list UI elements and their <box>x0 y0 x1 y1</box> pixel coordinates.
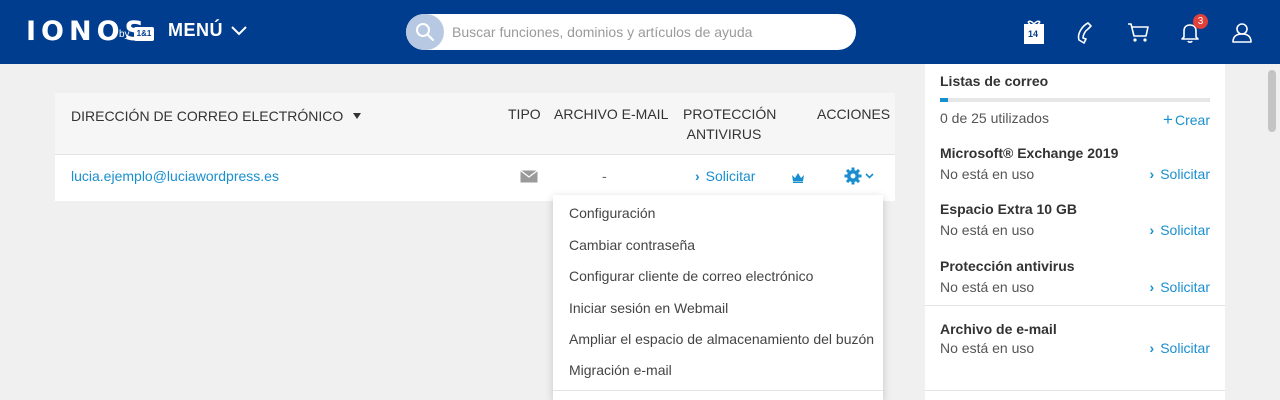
menu-item-ampliar-espacio[interactable]: Ampliar el espacio de almacenamiento del… <box>569 331 874 347</box>
chevron-down-icon <box>865 173 874 179</box>
archive-value: - <box>602 168 607 184</box>
phone-button[interactable] <box>1072 18 1100 46</box>
logo-by-text: by <box>119 29 130 40</box>
email-archive-status: No está en uso <box>940 340 1035 356</box>
email-address-link[interactable]: lucia.ejemplo@luciawordpress.es <box>71 168 279 184</box>
chevron-right-icon: › <box>1149 279 1155 295</box>
antivirus-status: No está en uso <box>940 279 1035 295</box>
search-icon <box>416 23 435 42</box>
actions-menu-button[interactable] <box>844 167 874 185</box>
menu-item-webmail[interactable]: Iniciar sesión en Webmail <box>569 300 728 316</box>
chevron-down-icon <box>231 25 247 35</box>
account-button[interactable] <box>1228 18 1256 46</box>
extra-space-solicitar-link[interactable]: › Solicitar <box>1150 222 1210 238</box>
top-navigation-bar: IONOS by 1&1 MENÚ 14 <box>0 0 1280 64</box>
menu-item-configuracion[interactable]: Configuración <box>569 205 655 221</box>
antivirus-solicitar-link[interactable]: › Solicitar <box>1150 279 1210 295</box>
mailing-lists-progress <box>940 98 1210 102</box>
gift-day-number: 14 <box>1027 29 1038 39</box>
phone-icon <box>1077 22 1092 44</box>
email-accounts-table: DIRECCIÓN DE CORREO ELECTRÓNICO TIPO ARC… <box>55 93 895 201</box>
menu-button[interactable]: MENÚ <box>168 20 247 41</box>
extra-space-status: No está en uso <box>940 222 1035 238</box>
chevron-right-icon: › <box>1149 340 1155 356</box>
actions-dropdown-menu: Configuración Cambiar contraseña Configu… <box>553 195 883 400</box>
search-button[interactable] <box>406 14 444 50</box>
cart-button[interactable] <box>1124 18 1152 46</box>
products-side-panel: Listas de correo 0 de 25 utilizados + Cre… <box>925 64 1225 400</box>
menu-label: MENÚ <box>168 20 223 40</box>
scrollbar-thumb[interactable] <box>1268 70 1276 132</box>
chevron-right-icon: › <box>695 168 700 184</box>
logo-1and1-badge: 1&1 <box>134 27 154 41</box>
panel-divider <box>925 305 1225 306</box>
column-tipo-header: TIPO <box>508 106 541 122</box>
solicitar-antivirus-link[interactable]: › Solicitar <box>695 168 755 184</box>
menu-item-configurar-cliente[interactable]: Configurar cliente de correo electrónico <box>569 268 813 284</box>
exchange-status: No está en uso <box>940 166 1035 182</box>
envelope-icon <box>520 170 538 183</box>
chevron-right-icon: › <box>1149 222 1155 238</box>
search-bar <box>406 14 856 50</box>
antivirus-title: Protección antivirus <box>940 258 1075 274</box>
menu-item-cambiar-contrasena[interactable]: Cambiar contraseña <box>569 237 695 253</box>
gift-button[interactable]: 14 <box>1020 18 1048 46</box>
email-archive-title: Archivo de e-mail <box>940 321 1057 337</box>
column-archivo-header: ARCHIVO E-MAIL <box>554 106 669 122</box>
search-input[interactable] <box>452 14 842 50</box>
plus-icon: + <box>1163 110 1173 129</box>
ionos-logo[interactable]: IONOS <box>26 15 149 49</box>
mailing-lists-title: Listas de correo <box>940 73 1049 89</box>
sort-arrow-icon <box>353 113 362 119</box>
column-proteccion-header: PROTECCIÓN ANTIVIRUS <box>683 106 777 142</box>
extra-space-title: Espacio Extra 10 GB <box>940 201 1077 217</box>
panel-divider <box>925 390 1225 391</box>
gear-icon <box>844 167 862 185</box>
mailing-lists-usage: 0 de 25 utilizados <box>940 110 1049 126</box>
email-archive-solicitar-link[interactable]: › Solicitar <box>1150 340 1210 356</box>
mailing-lists-progress-fill <box>940 98 949 102</box>
notifications-badge: 3 <box>1193 14 1208 29</box>
column-email-header[interactable]: DIRECCIÓN DE CORREO ELECTRÓNICO <box>71 106 362 126</box>
create-mailing-list-link[interactable]: + Crear <box>1163 110 1210 130</box>
table-header: DIRECCIÓN DE CORREO ELECTRÓNICO TIPO ARC… <box>55 93 895 155</box>
user-icon <box>1232 23 1252 43</box>
menu-item-migracion[interactable]: Migración e-mail <box>569 362 672 378</box>
menu-divider <box>553 390 883 391</box>
crown-icon <box>792 173 804 183</box>
cart-icon <box>1128 23 1149 42</box>
exchange-solicitar-link[interactable]: › Solicitar <box>1150 166 1210 182</box>
exchange-title: Microsoft® Exchange 2019 <box>940 145 1119 161</box>
column-acciones-header: ACCIONES <box>817 106 891 122</box>
chevron-right-icon: › <box>1149 166 1155 182</box>
